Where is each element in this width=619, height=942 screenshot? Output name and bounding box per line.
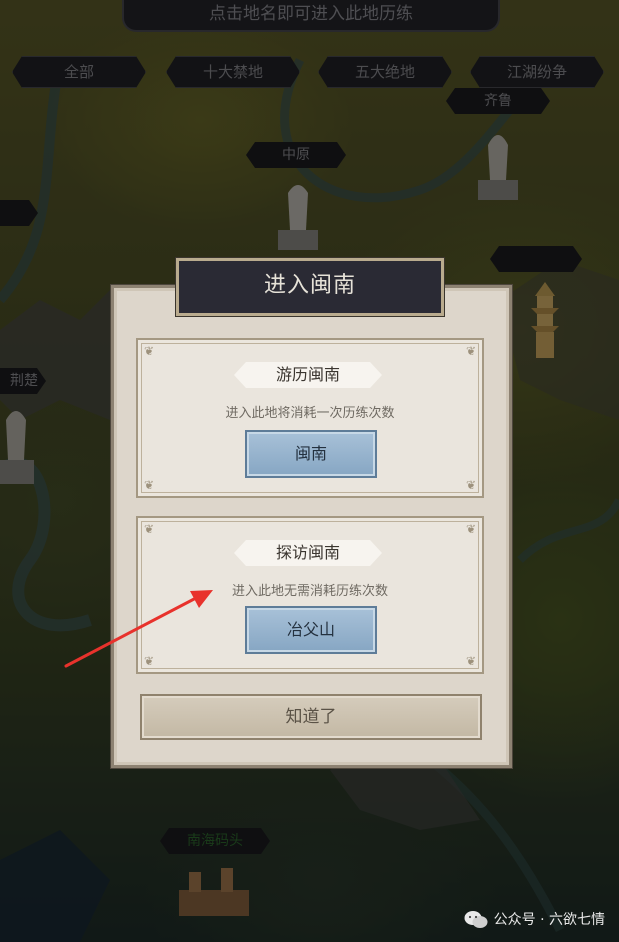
ornament-icon: ❦ — [143, 478, 155, 492]
panel-travel: ❦ ❦ ❦ ❦ 游历闽南 进入此地将消耗一次历练次数 闽南 — [136, 338, 484, 498]
dialog-title: 进入闽南 — [176, 258, 444, 316]
watermark: 公众号 · 六欲七情 — [464, 908, 605, 932]
panel-travel-note: 进入此地将消耗一次历练次数 — [225, 406, 395, 421]
wechat-icon — [464, 911, 488, 928]
panel-visit-note: 进入此地无需消耗历练次数 — [231, 584, 388, 599]
ornament-icon: ❦ — [465, 654, 477, 668]
visit-yefushan-button[interactable]: 冶父山 — [245, 606, 377, 654]
ornament-icon: ❦ — [143, 654, 155, 668]
ornament-icon: ❦ — [465, 478, 477, 492]
ornament-icon: ❦ — [465, 344, 477, 358]
watermark-text: 公众号 · 六欲七情 — [493, 912, 605, 928]
ornament-icon: ❦ — [465, 522, 477, 536]
panel-visit-header: 探访闽南 — [234, 540, 382, 566]
travel-minnan-button[interactable]: 闽南 — [245, 430, 377, 478]
ornament-icon: ❦ — [143, 522, 155, 536]
got-it-button[interactable]: 知道了 — [140, 694, 482, 740]
panel-visit: ❦ ❦ ❦ ❦ 探访闽南 进入此地无需消耗历练次数 冶父山 — [136, 516, 484, 674]
panel-travel-header: 游历闽南 — [234, 362, 382, 388]
ornament-icon: ❦ — [143, 344, 155, 358]
